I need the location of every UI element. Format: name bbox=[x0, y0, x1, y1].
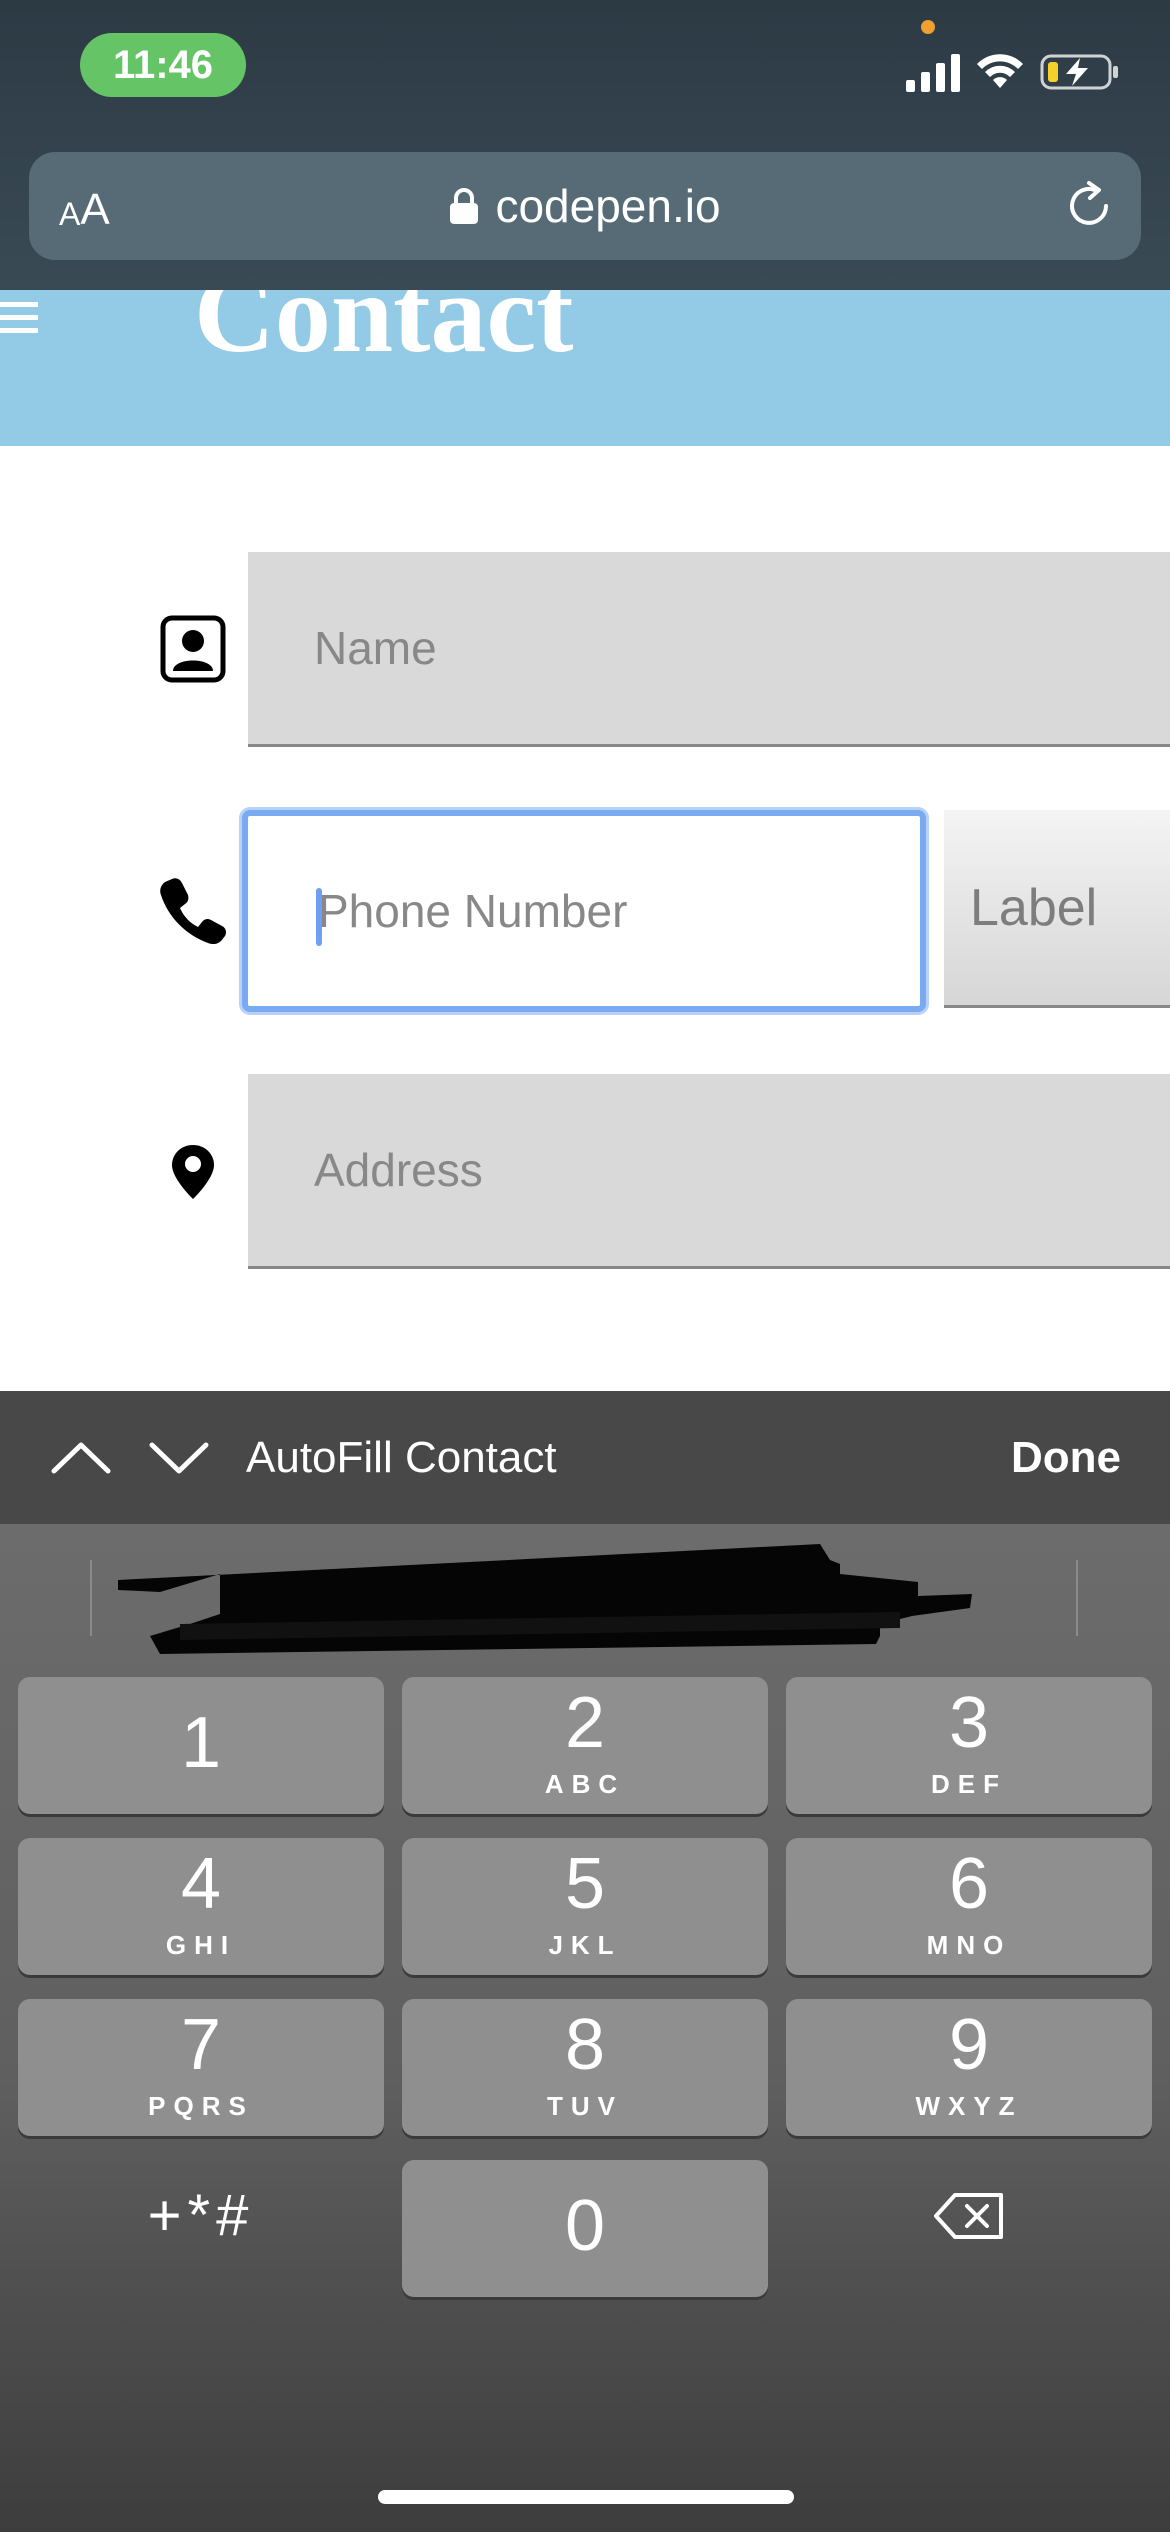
phone-icon bbox=[160, 878, 226, 945]
label-select[interactable]: Label bbox=[944, 810, 1170, 1008]
chevron-up-icon[interactable] bbox=[50, 1433, 112, 1483]
address-placeholder: Address bbox=[314, 1144, 483, 1196]
key-3[interactable]: 3 DEF bbox=[786, 1677, 1152, 1814]
home-indicator[interactable] bbox=[378, 2490, 794, 2504]
wifi-icon bbox=[977, 54, 1023, 88]
symbols-key[interactable]: +*# bbox=[18, 2147, 384, 2284]
label-placeholder: Label bbox=[970, 878, 1098, 937]
address-field[interactable]: Address bbox=[248, 1074, 1170, 1269]
key-5[interactable]: 5 JKL bbox=[402, 1838, 768, 1975]
phone-placeholder: Phone Number bbox=[318, 885, 628, 937]
page-title: Contact bbox=[194, 290, 574, 376]
status-time: 11:46 bbox=[80, 33, 246, 97]
key-7[interactable]: 7 PQRS bbox=[18, 1999, 384, 2136]
name-field[interactable]: Name bbox=[248, 552, 1170, 747]
signal-icon bbox=[906, 54, 960, 92]
autofill-contact-button[interactable]: AutoFill Contact bbox=[246, 1391, 557, 1524]
name-placeholder: Name bbox=[314, 622, 437, 674]
chevron-down-icon[interactable] bbox=[148, 1433, 210, 1483]
key-2[interactable]: 2 ABC bbox=[402, 1677, 768, 1814]
reload-icon[interactable] bbox=[1061, 178, 1117, 234]
suggestion-strip bbox=[0, 1524, 1170, 1674]
location-pin-icon bbox=[172, 1145, 214, 1199]
privacy-indicator-dot bbox=[921, 20, 935, 34]
key-6[interactable]: 6 MNO bbox=[786, 1838, 1152, 1975]
keyboard-accessory-bar: AutoFill Contact Done bbox=[0, 1391, 1170, 1524]
url-text: codepen.io bbox=[495, 180, 721, 232]
key-8[interactable]: 8 TUV bbox=[402, 1999, 768, 2136]
phone-number-input[interactable]: Phone Number bbox=[242, 810, 926, 1012]
redaction-scribble bbox=[118, 1544, 972, 1654]
text-caret bbox=[316, 888, 322, 946]
key-4[interactable]: 4 GHI bbox=[18, 1838, 384, 1975]
battery-charging-icon bbox=[1040, 54, 1118, 90]
url-display[interactable]: codepen.io bbox=[29, 152, 1141, 260]
done-button[interactable]: Done bbox=[1011, 1391, 1121, 1524]
key-0[interactable]: 0 bbox=[402, 2160, 768, 2297]
contact-card-icon bbox=[160, 615, 226, 683]
browser-chrome: 11:46 A A codepen.io bbox=[0, 0, 1170, 290]
address-bar[interactable]: A A codepen.io bbox=[29, 152, 1141, 260]
lock-icon bbox=[450, 188, 479, 224]
page-header: Contact bbox=[0, 290, 1170, 446]
key-1[interactable]: 1 bbox=[18, 1677, 384, 1814]
key-9[interactable]: 9 WXYZ bbox=[786, 1999, 1152, 2136]
backspace-icon bbox=[934, 2192, 1003, 2239]
delete-key[interactable] bbox=[786, 2147, 1152, 2284]
hamburger-menu-icon[interactable] bbox=[0, 298, 40, 338]
